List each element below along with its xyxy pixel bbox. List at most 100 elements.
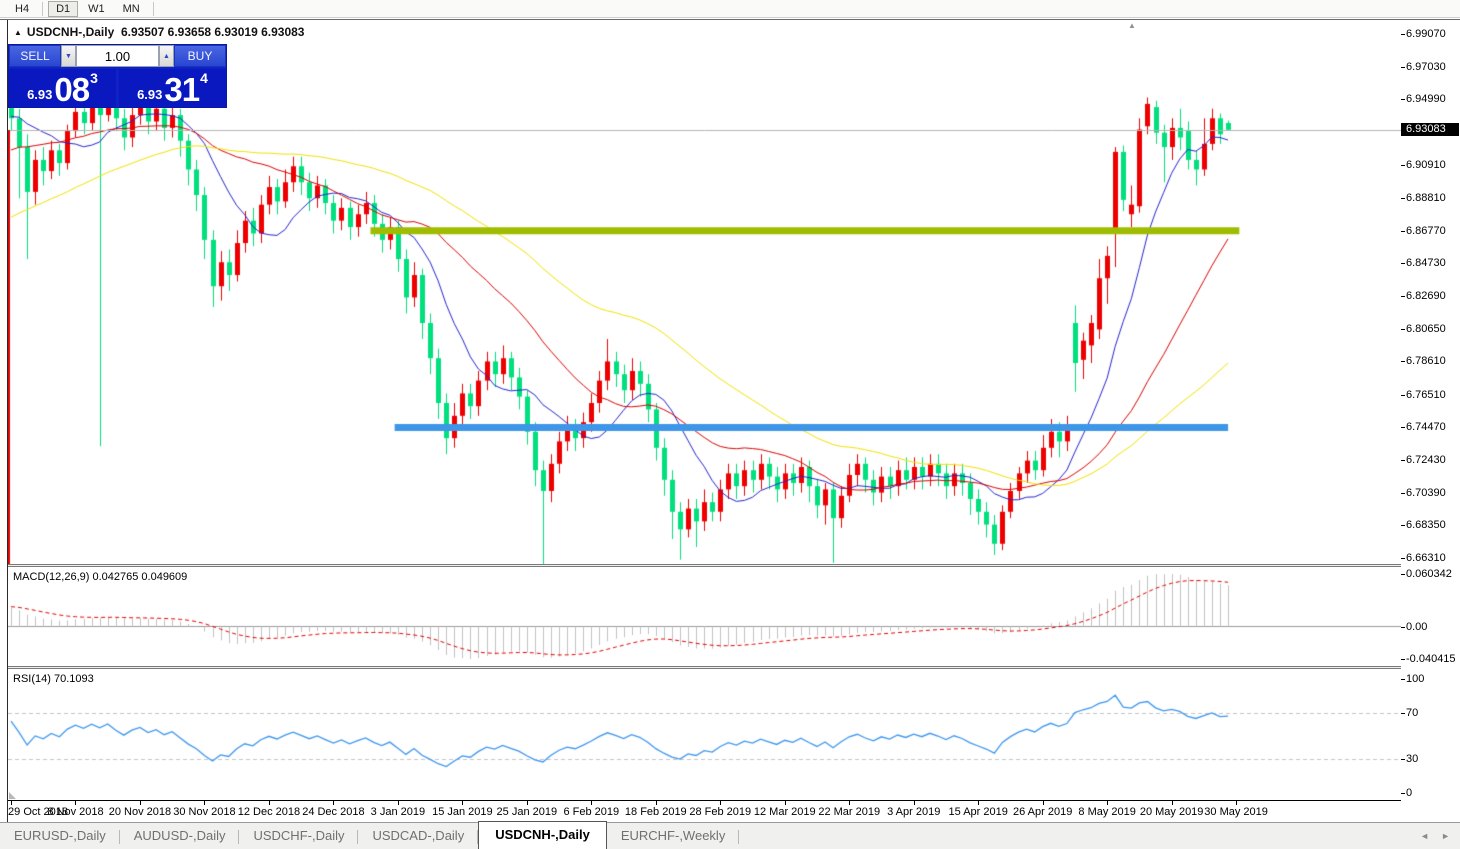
time-label: 8 May 2019 xyxy=(1078,806,1135,818)
time-tick xyxy=(269,801,270,805)
time-tick xyxy=(11,801,12,805)
time-label: 30 Nov 2018 xyxy=(173,806,235,818)
tab-eurchf-weekly[interactable]: EURCHF-,Weekly xyxy=(607,824,740,849)
time-label: 8 Nov 2018 xyxy=(47,806,103,818)
pane-resize-grip[interactable] xyxy=(9,792,16,799)
tab-usdcnh-daily[interactable]: USDCNH-,Daily xyxy=(478,821,607,849)
one-click-trading-panel: SELL ▼ ▲ BUY 6.93 08 3 6.93 31 4 xyxy=(9,45,226,107)
toolbar-separator xyxy=(42,2,43,16)
volume-input[interactable] xyxy=(76,45,159,67)
price-axis-label: 6.84730 xyxy=(1406,257,1446,269)
chart-title-symbol: USDCNH-,Daily xyxy=(27,25,114,39)
buy-price-pip: 4 xyxy=(200,71,208,85)
timeframe-d1-button[interactable]: D1 xyxy=(48,1,78,17)
price-axis-label: 6.97030 xyxy=(1406,61,1446,73)
chart-tab-bar: EURUSD-,Daily AUDUSD-,Daily USDCHF-,Dail… xyxy=(0,822,1460,849)
price-axis-label: 6.74470 xyxy=(1406,421,1446,433)
price-axis-label: 6.70390 xyxy=(1406,487,1446,499)
time-tick xyxy=(333,801,334,805)
time-label: 20 May 2019 xyxy=(1140,806,1204,818)
rsi-axis-label: 0 xyxy=(1406,787,1412,799)
chart-window: ▲ USDCNH-,Daily 6.93507 6.93658 6.93019 6… xyxy=(0,19,1460,822)
timeframe-w1-button[interactable]: W1 xyxy=(80,1,113,17)
macd-axis-label: -0.040415 xyxy=(1406,653,1456,665)
timeframe-h4-button[interactable]: H4 xyxy=(7,1,37,17)
price-pane: ▲ USDCNH-,Daily 6.93507 6.93658 6.93019 6… xyxy=(8,20,1401,564)
sell-price-big: 08 xyxy=(54,75,89,105)
time-tick xyxy=(1236,801,1237,805)
time-tick xyxy=(1107,801,1108,805)
time-label: 15 Apr 2019 xyxy=(949,806,1008,818)
time-tick xyxy=(204,801,205,805)
rsi-axis-label: 70 xyxy=(1406,707,1418,719)
time-label: 3 Apr 2019 xyxy=(887,806,940,818)
macd-indicator-label: MACD(12,26,9) 0.042765 0.049609 xyxy=(13,571,187,583)
time-label: 25 Jan 2019 xyxy=(497,806,558,818)
time-label: 24 Dec 2018 xyxy=(302,806,364,818)
time-label: 3 Jan 2019 xyxy=(371,806,425,818)
price-axis-label: 6.66310 xyxy=(1406,552,1446,564)
price-axis-label: 6.94990 xyxy=(1406,93,1446,105)
time-label: 28 Feb 2019 xyxy=(689,806,751,818)
time-label: 22 Mar 2019 xyxy=(818,806,880,818)
price-axis-label: 6.90910 xyxy=(1406,159,1446,171)
time-tick xyxy=(720,801,721,805)
sell-price-small: 6.93 xyxy=(27,88,52,105)
price-axis-label: 6.86770 xyxy=(1406,225,1446,237)
price-axis[interactable]: 6.99070 6.97030 6.94990 6.90910 6.88810 6.867… xyxy=(1401,20,1460,822)
tab-scroll-right-icon[interactable]: ► xyxy=(1441,831,1450,841)
price-axis-label: 6.78610 xyxy=(1406,355,1446,367)
macd-axis-label: 0.00 xyxy=(1406,621,1427,633)
price-axis-label: 6.76510 xyxy=(1406,389,1446,401)
time-label: 12 Dec 2018 xyxy=(238,806,300,818)
buy-price[interactable]: 6.93 31 4 xyxy=(119,69,226,107)
time-tick xyxy=(1172,801,1173,805)
rsi-axis-label: 100 xyxy=(1406,673,1424,685)
time-tick xyxy=(527,801,528,805)
timeframe-mn-button[interactable]: MN xyxy=(115,1,148,17)
toolbar-separator xyxy=(153,2,154,16)
time-tick xyxy=(656,801,657,805)
tab-scroll-left-icon[interactable]: ◄ xyxy=(1420,831,1429,841)
time-tick xyxy=(914,801,915,805)
buy-button[interactable]: BUY xyxy=(174,45,226,67)
rsi-axis-label: 30 xyxy=(1406,753,1418,765)
macd-pane: MACD(12,26,9) 0.042765 0.049609 xyxy=(8,567,1401,666)
time-tick xyxy=(462,801,463,805)
time-tick xyxy=(978,801,979,805)
time-label: 26 Apr 2019 xyxy=(1013,806,1072,818)
timeframe-toolbar: H4 D1 W1 MN xyxy=(0,0,1460,18)
macd-chart[interactable] xyxy=(8,567,1401,666)
chart-title-ohlc: 6.93507 6.93658 6.93019 6.93083 xyxy=(121,25,305,39)
macd-axis-label: 0.060342 xyxy=(1406,568,1452,580)
time-tick xyxy=(1043,801,1044,805)
tab-scroll-arrows: ◄ ► xyxy=(1420,831,1450,841)
tab-usdcad-daily[interactable]: USDCAD-,Daily xyxy=(358,824,478,849)
time-label: 12 Mar 2019 xyxy=(754,806,816,818)
chart-shift-marker-icon: ▲ xyxy=(1128,21,1136,30)
rsi-pane: RSI(14) 70.1093 xyxy=(8,669,1401,800)
rsi-indicator-label: RSI(14) 70.1093 xyxy=(13,673,94,685)
time-label: 18 Feb 2019 xyxy=(625,806,687,818)
time-label: 15 Jan 2019 xyxy=(432,806,493,818)
time-label: 30 May 2019 xyxy=(1204,806,1268,818)
price-axis-label: 6.80650 xyxy=(1406,323,1446,335)
time-axis[interactable]: 29 Oct 20188 Nov 201820 Nov 201830 Nov 2… xyxy=(8,800,1401,822)
price-axis-label: 6.88810 xyxy=(1406,192,1446,204)
tab-usdchf-daily[interactable]: USDCHF-,Daily xyxy=(239,824,358,849)
tab-eurusd-daily[interactable]: EURUSD-,Daily xyxy=(0,824,120,849)
volume-increase-button[interactable]: ▲ xyxy=(159,45,174,67)
time-label: 20 Nov 2018 xyxy=(109,806,171,818)
price-axis-label: 6.99070 xyxy=(1406,28,1446,40)
sell-button[interactable]: SELL xyxy=(9,45,61,67)
buy-price-big: 31 xyxy=(164,75,199,105)
sell-price[interactable]: 6.93 08 3 xyxy=(9,69,116,107)
price-axis-label: 6.68350 xyxy=(1406,519,1446,531)
collapse-trade-panel-icon[interactable]: ▲ xyxy=(14,28,22,37)
time-tick xyxy=(785,801,786,805)
time-tick xyxy=(591,801,592,805)
volume-decrease-button[interactable]: ▼ xyxy=(61,45,76,67)
rsi-chart[interactable] xyxy=(8,669,1401,800)
time-tick xyxy=(140,801,141,805)
tab-audusd-daily[interactable]: AUDUSD-,Daily xyxy=(120,824,240,849)
